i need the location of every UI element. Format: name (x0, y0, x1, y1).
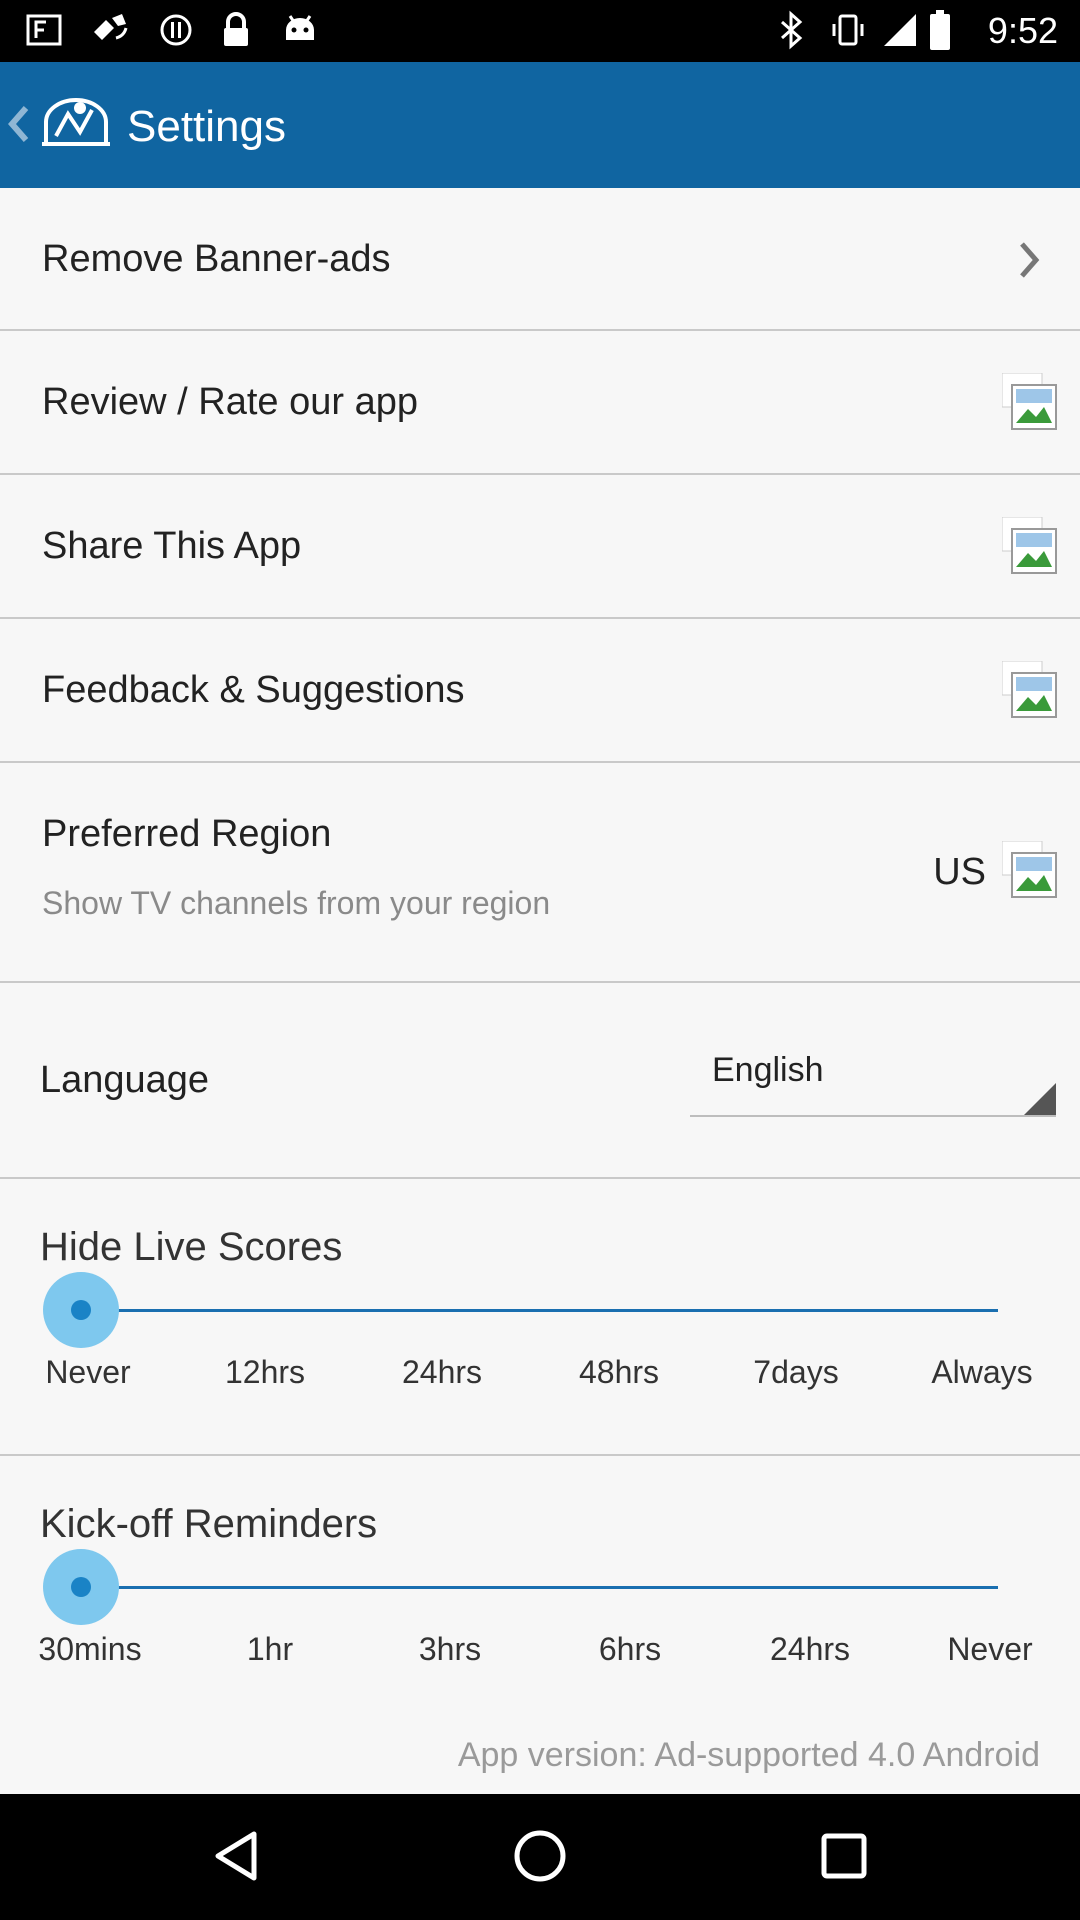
hide-live-scores-title: Hide Live Scores (40, 1225, 343, 1269)
status-time: 9:52 (987, 10, 1058, 51)
language-dropdown[interactable]: English (690, 1039, 1056, 1117)
page-title: Settings (127, 102, 286, 151)
kickoff-option-1hr[interactable]: 1hr (190, 1631, 350, 1668)
bluetooth-icon (781, 10, 803, 50)
kickoff-option-3hrs[interactable]: 3hrs (370, 1631, 530, 1668)
hide-option-never[interactable]: Never (8, 1354, 168, 1391)
chevron-right-icon (1020, 242, 1040, 278)
notification-icon (160, 14, 192, 46)
battery-icon (930, 10, 950, 50)
hide-option-48hrs[interactable]: 48hrs (539, 1354, 699, 1391)
feedback-label: Feedback & Suggestions (42, 669, 465, 711)
broken-image-icon (1002, 373, 1057, 430)
back-triangle-icon[interactable] (206, 1824, 270, 1888)
hide-option-always[interactable]: Always (902, 1354, 1062, 1391)
kickoff-reminders-section: Kick-off Reminders 30mins 1hr 3hrs 6hrs … (0, 1456, 1080, 1686)
kickoff-option-24hrs[interactable]: 24hrs (730, 1631, 890, 1668)
hide-live-scores-track[interactable] (80, 1309, 998, 1312)
settings-list: Remove Banner-ads Review / Rate our app … (0, 188, 1080, 1794)
signal-icon (884, 14, 916, 46)
hide-live-scores-thumb[interactable] (43, 1272, 119, 1348)
status-bar: 9:52 (0, 0, 1080, 62)
kickoff-option-never[interactable]: Never (910, 1631, 1070, 1668)
hide-live-scores-section: Hide Live Scores Never 12hrs 24hrs 48hrs… (0, 1179, 1080, 1456)
feedback-row[interactable]: Feedback & Suggestions (0, 619, 1080, 763)
review-label: Review / Rate our app (42, 381, 418, 423)
language-row: Language English (0, 983, 1080, 1179)
lock-icon (224, 12, 248, 46)
thumb-dot (71, 1300, 91, 1320)
stadium-logo-icon (42, 98, 110, 146)
android-icon (286, 15, 314, 40)
app-bar: Settings (0, 62, 1080, 188)
share-app-row[interactable]: Share This App (0, 475, 1080, 619)
region-sublabel: Show TV channels from your region (42, 885, 551, 921)
thumb-dot (71, 1577, 91, 1597)
preferred-region-row[interactable]: Preferred Region Show TV channels from y… (0, 763, 1080, 983)
broken-image-icon (1002, 841, 1057, 898)
broken-image-icon (1002, 517, 1057, 574)
share-label: Share This App (42, 525, 302, 567)
broken-image-icon (1002, 661, 1057, 718)
vibrate-icon (832, 14, 864, 46)
kickoff-reminders-track[interactable] (80, 1586, 998, 1589)
recents-square-icon[interactable] (812, 1824, 876, 1888)
dropdown-triangle-icon (1024, 1083, 1056, 1115)
language-value: English (712, 1051, 824, 1089)
remove-banner-ads-row[interactable]: Remove Banner-ads (0, 188, 1080, 331)
region-value: US (933, 851, 986, 893)
review-rate-row[interactable]: Review / Rate our app (0, 331, 1080, 475)
kickoff-option-30mins[interactable]: 30mins (10, 1631, 170, 1668)
remove-ads-label: Remove Banner-ads (42, 238, 391, 280)
home-circle-icon[interactable] (508, 1824, 572, 1888)
hide-option-7days[interactable]: 7days (716, 1354, 876, 1391)
kickoff-reminders-title: Kick-off Reminders (40, 1502, 378, 1546)
hide-option-24hrs[interactable]: 24hrs (362, 1354, 522, 1391)
fake-gps-icon (26, 14, 62, 46)
region-label: Preferred Region (42, 813, 332, 855)
kickoff-option-6hrs[interactable]: 6hrs (550, 1631, 710, 1668)
navigation-bar (0, 1794, 1080, 1920)
language-label: Language (40, 1059, 210, 1101)
hide-option-12hrs[interactable]: 12hrs (185, 1354, 345, 1391)
app-version: App version: Ad-supported 4.0 Android (457, 1736, 1040, 1774)
chevron-left-icon[interactable] (6, 104, 32, 144)
satellite-icon (94, 14, 128, 40)
kickoff-reminders-thumb[interactable] (43, 1549, 119, 1625)
